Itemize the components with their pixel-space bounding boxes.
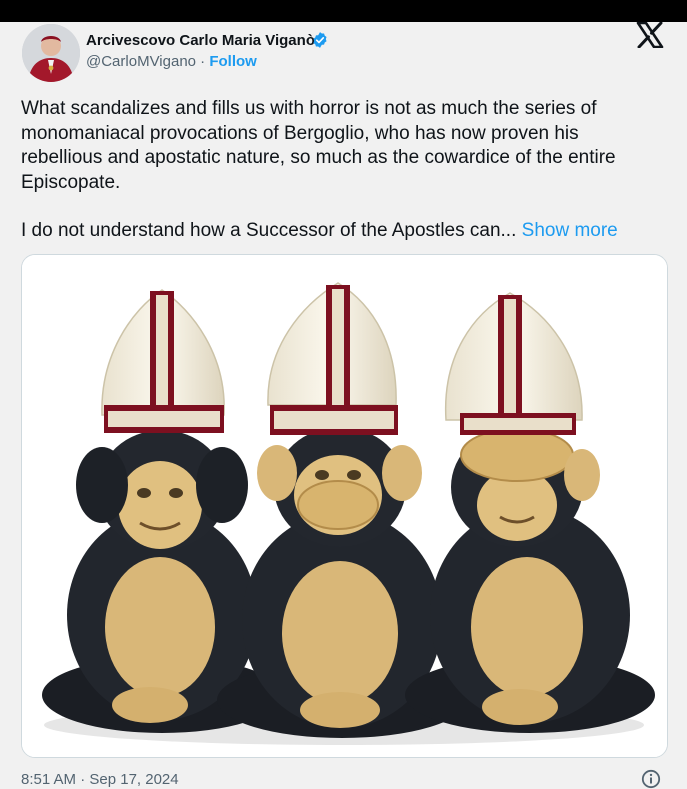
follow-button[interactable]: Follow [209, 53, 257, 70]
author-handle-row: @CarloMVigano · Follow [86, 53, 257, 70]
three-monkeys-illustration [22, 255, 667, 757]
separator: · [196, 53, 210, 70]
tweet-text: What scandalizes and fills us with horro… [21, 97, 661, 244]
tweet-timestamp[interactable]: 8:51 AM · Sep 17, 2024 [21, 771, 179, 788]
x-logo-icon[interactable] [636, 22, 664, 48]
avatar-image [22, 24, 80, 82]
info-icon[interactable] [641, 769, 661, 789]
tweet-paragraph-2-text: I do not understand how a Successor of t… [21, 220, 522, 241]
verified-badge-icon [313, 32, 327, 48]
tweet-paragraph-2: I do not understand how a Successor of t… [21, 219, 661, 244]
avatar[interactable] [22, 24, 80, 82]
tweet-paragraph-1: What scandalizes and fills us with horro… [21, 98, 616, 193]
author-handle[interactable]: @CarloMVigano [86, 53, 196, 70]
author-display-name[interactable]: Arcivescovo Carlo Maria Viganò [86, 32, 315, 49]
browser-top-bar [0, 0, 687, 22]
tweet-media-image[interactable] [21, 254, 668, 758]
show-more-link[interactable]: Show more [522, 220, 618, 241]
